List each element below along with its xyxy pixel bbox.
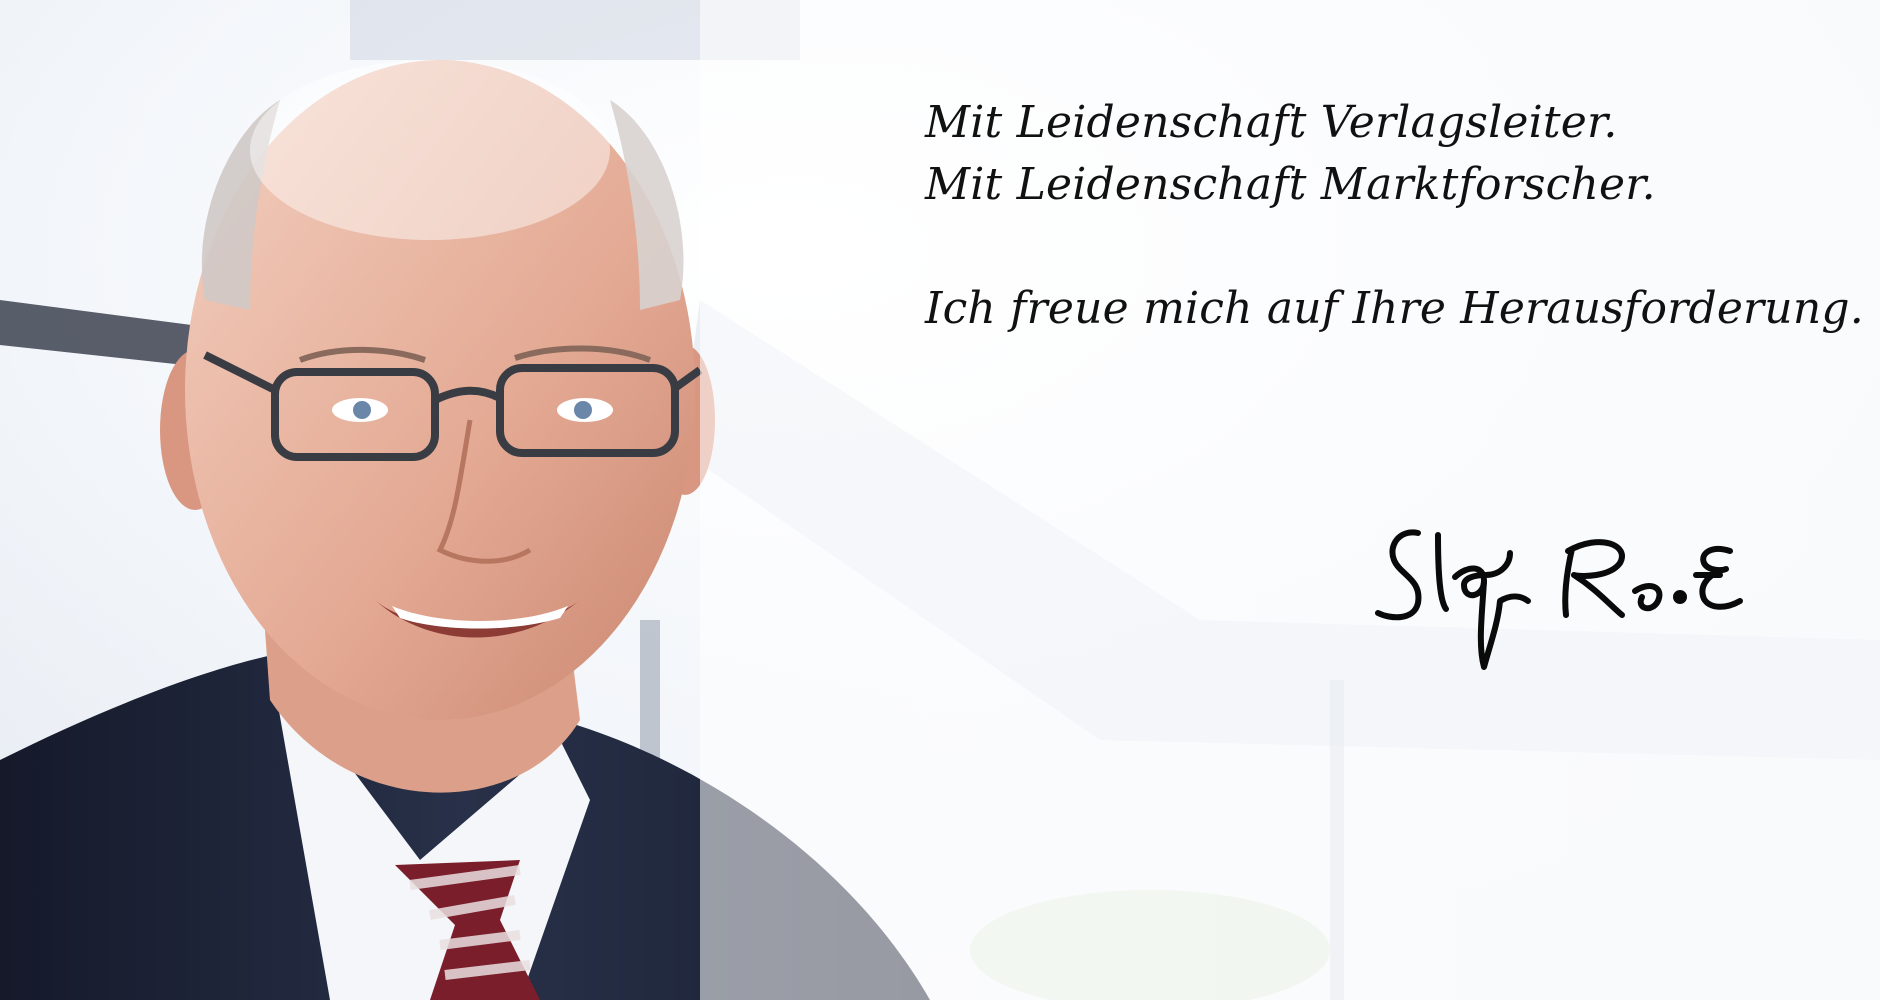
quote-line-1: Mit Leidenschaft Verlagsleiter. bbox=[925, 97, 1618, 148]
handwritten-signature bbox=[1375, 529, 1743, 670]
quote-text: Mit Leidenschaft Verlagsleiter. Mit Leid… bbox=[925, 92, 1864, 340]
quote-line-2: Mit Leidenschaft Marktforscher. bbox=[925, 159, 1656, 210]
hero-banner: Mit Leidenschaft Verlagsleiter. Mit Leid… bbox=[0, 0, 1880, 1000]
quote-line-3: Ich freue mich auf Ihre Herausforderung. bbox=[925, 283, 1864, 334]
